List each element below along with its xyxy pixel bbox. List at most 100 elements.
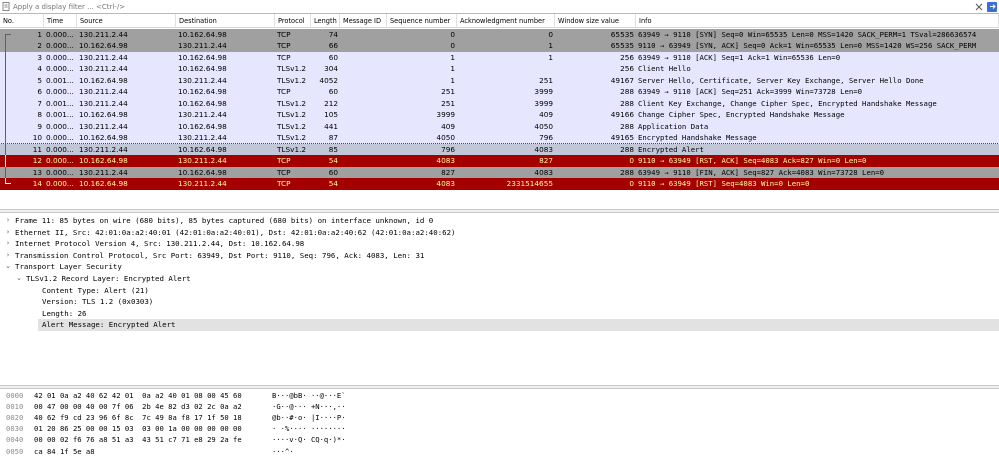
- packet-cell-proto: TLSv1.2: [277, 110, 307, 119]
- hex-dump-row[interactable]: 0000 42 01 0a a2 40 62 42 01 0a a2 40 01 …: [0, 390, 999, 401]
- hex-dump-row[interactable]: 0010 00 47 00 00 40 00 7f 06 2b 4e 82 d3 …: [0, 401, 999, 412]
- chevron-right-icon[interactable]: ›: [4, 238, 12, 250]
- packet-cell-dst: 10.162.64.98: [178, 29, 227, 39]
- arrow-right-icon[interactable]: [987, 1, 997, 12]
- packet-row[interactable]: 6 0.000... 130.211.2.44 10.162.64.98 TCP 60 25…: [0, 86, 999, 98]
- conversation-bracket-icon: [5, 178, 11, 184]
- packet-cell-dst: 130.211.2.44: [178, 110, 227, 119]
- packet-row[interactable]: 1 0.000... 130.211.2.44 10.162.64.98 TCP 74 0 0…: [0, 28, 999, 40]
- packet-cell-src: 10.162.64.98: [79, 133, 128, 142]
- hex-ascii: ·G··@··· +N···,··: [272, 402, 346, 412]
- packet-cell-len: 66: [328, 41, 338, 50]
- packet-cell-proto: TLSv1.2: [277, 121, 307, 131]
- packet-cell-seq: 251: [441, 98, 455, 108]
- packet-row[interactable]: 9 0.000... 130.211.2.44 10.162.64.98 TLSv1.2…: [0, 120, 999, 133]
- packet-cell-src: 130.211.2.44: [79, 52, 128, 62]
- packet-row[interactable]: 11 0.000... 130.211.2.44 10.162.64.98 TLSv1.…: [0, 142, 999, 156]
- packet-cell-seq: 1: [450, 75, 455, 85]
- packet-cell-win: 49165: [610, 133, 634, 142]
- column-header[interactable]: Protocol: [275, 14, 311, 28]
- detail-tree-item[interactable]: ⌄ Transport Layer Security: [0, 261, 999, 273]
- packet-cell-msgid: [342, 121, 385, 133]
- column-header[interactable]: Acknowledgment number: [457, 14, 555, 28]
- packet-row[interactable]: 7 0.001... 130.211.2.44 10.162.64.98 TLSv1.2…: [0, 97, 999, 110]
- conversation-bracket-icon: [5, 166, 11, 178]
- packet-cell-win: 288: [620, 144, 634, 154]
- packet-cell-src: 10.162.64.98: [79, 110, 128, 119]
- detail-tree-item[interactable]: › Ethernet II, Src: 42:01:0a:a2:40:01 (42…: [0, 227, 999, 239]
- packet-cell-info: 9110 → 63949 [RST] Seq=4083 Win=0 Len=0: [638, 179, 810, 188]
- packet-cell-ack: 3999: [534, 98, 553, 108]
- packet-row[interactable]: 12 0.000... 10.162.64.98 130.211.2.44 TCP 54 4…: [0, 155, 999, 167]
- packet-cell-info: Encrypted Alert: [638, 144, 704, 154]
- packet-cell-info: 9110 → 63949 [SYN, ACK] Seq=0 Ack=1 Win=…: [638, 41, 977, 50]
- packet-row[interactable]: 2 0.000... 10.162.64.98 130.211.2.44 TCP 66 0 1…: [0, 40, 999, 52]
- packet-row[interactable]: 14 0.000... 10.162.64.98 130.211.2.44 TCP 54 4…: [0, 178, 999, 190]
- display-filter-input[interactable]: [11, 0, 974, 13]
- detail-tree-item[interactable]: Content Type: Alert (21): [0, 285, 999, 297]
- hex-bytes: ca 84 1f 5e a8: [34, 446, 95, 456]
- hex-ascii: · ·%···· ········: [272, 424, 346, 434]
- hex-dump-row[interactable]: 0050 ca 84 1f 5e a8 ···^·: [0, 446, 999, 457]
- column-header[interactable]: Window size value: [555, 14, 636, 28]
- packet-cell-time: 0.000...: [46, 179, 74, 188]
- detail-tree-label: Ethernet II, Src: 42:01:0a:a2:40:01 (42:…: [15, 227, 456, 237]
- packet-cell-src: 10.162.64.98: [79, 41, 128, 50]
- chevron-right-icon[interactable]: ›: [4, 250, 12, 262]
- packet-cell-src: 10.162.64.98: [79, 156, 128, 165]
- close-icon[interactable]: [974, 2, 984, 12]
- packet-cell-seq: 0: [450, 29, 455, 39]
- packet-cell-seq: 409: [441, 121, 455, 131]
- packet-cell-time: 0.000...: [46, 87, 74, 96]
- packet-cell-msgid: [342, 98, 385, 110]
- packet-row[interactable]: 5 0.001... 10.162.64.98 130.211.2.44 TLSv1.2…: [0, 74, 999, 86]
- packet-cell-ack: 1: [548, 41, 553, 50]
- column-header[interactable]: Destination: [176, 14, 275, 28]
- packet-cell-time: 0.000...: [46, 167, 74, 177]
- conversation-bracket-icon: [5, 97, 11, 109]
- packet-cell-ack: 4083: [534, 167, 553, 177]
- packet-cell-win: 256: [620, 64, 634, 73]
- detail-tree-item[interactable]: Length: 26: [0, 308, 999, 320]
- chevron-down-icon[interactable]: ⌄: [15, 273, 23, 285]
- packet-cell-seq: 4050: [436, 133, 455, 142]
- column-header[interactable]: Message ID: [340, 14, 387, 28]
- detail-tree-item[interactable]: Version: TLS 1.2 (0x0303): [0, 296, 999, 308]
- packet-row[interactable]: 8 0.001... 10.162.64.98 130.211.2.44 TLSv1.2…: [0, 109, 999, 121]
- packet-cell-seq: 4083: [436, 156, 455, 165]
- detail-tree-item[interactable]: ⌄ TLSv1.2 Record Layer: Encrypted Alert: [0, 273, 999, 285]
- hex-dump-row[interactable]: 0040 00 00 02 f6 76 a8 51 a3 43 51 c7 71 …: [0, 434, 999, 445]
- column-header[interactable]: No.: [0, 14, 44, 28]
- column-header[interactable]: Source: [77, 14, 176, 28]
- conversation-bracket-icon: [5, 109, 11, 121]
- packet-cell-dst: 130.211.2.44: [178, 41, 227, 50]
- packet-row[interactable]: 3 0.000... 130.211.2.44 10.162.64.98 TCP 60 1 1…: [0, 51, 999, 63]
- packet-cell-msgid: [342, 167, 385, 179]
- packet-cell-proto: TLSv1.2: [277, 64, 307, 73]
- detail-tree-item[interactable]: Alert Message: Encrypted Alert: [38, 319, 999, 331]
- chevron-right-icon[interactable]: ›: [4, 215, 12, 227]
- packet-row[interactable]: 10 0.000... 10.162.64.98 130.211.2.44 TLSv1.…: [0, 132, 999, 144]
- column-header[interactable]: Length: [311, 14, 340, 28]
- column-header[interactable]: Info: [636, 14, 999, 28]
- hex-bytes: 00 47 00 00 40 00 7f 06 2b 4e 82 d3 02 2…: [34, 402, 242, 412]
- packet-row[interactable]: 4 0.000... 130.211.2.44 10.162.64.98 TLSv1.2…: [0, 63, 999, 75]
- packet-cell-len: 85: [328, 144, 338, 154]
- packet-cell-win: 65535: [610, 29, 634, 39]
- detail-tree-item[interactable]: › Internet Protocol Version 4, Src: 130.2…: [0, 238, 999, 250]
- detail-tree-item[interactable]: › Frame 11: 85 bytes on wire (680 bits), …: [0, 215, 999, 227]
- bookmark-icon[interactable]: [1, 2, 11, 12]
- detail-tree-label: Alert Message: Encrypted Alert: [42, 320, 176, 330]
- packet-row[interactable]: 13 0.000... 130.211.2.44 10.162.64.98 TCP 60 8…: [0, 166, 999, 179]
- hex-dump-row[interactable]: 0020 40 62 f9 cd 23 96 6f 8c 7c 49 8a f8 …: [0, 412, 999, 423]
- packet-list: No. Time Source Destination Protocol Length Me…: [0, 14, 999, 209]
- packet-cell-len: 54: [328, 179, 338, 188]
- detail-tree-item[interactable]: › Transmission Control Protocol, Src Port…: [0, 250, 999, 262]
- column-header[interactable]: Time: [44, 14, 77, 28]
- hex-dump-row[interactable]: 0030 01 20 86 25 00 00 15 03 03 00 1a 00 …: [0, 423, 999, 434]
- packet-cell-seq: 251: [441, 87, 455, 96]
- chevron-right-icon[interactable]: ›: [4, 227, 12, 239]
- chevron-down-icon[interactable]: ⌄: [4, 261, 12, 273]
- packet-cell-seq: 4083: [436, 179, 455, 188]
- column-header[interactable]: Sequence number: [387, 14, 457, 28]
